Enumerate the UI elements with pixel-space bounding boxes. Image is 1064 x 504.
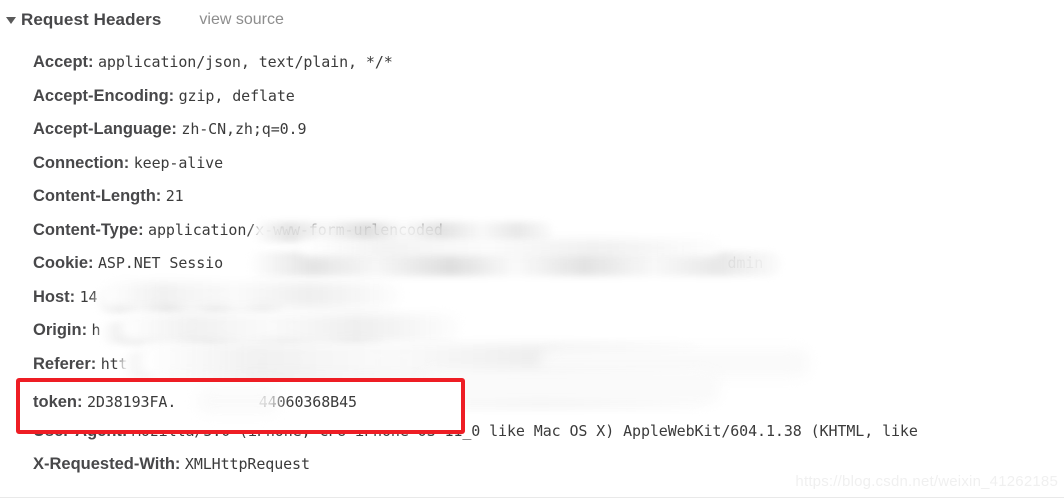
table-row[interactable]: Content-Type: application/x-www-form-url…	[33, 214, 1064, 248]
header-value-tail: dmin	[727, 254, 764, 272]
table-row[interactable]: Content-Length: 21	[33, 180, 1064, 214]
token-highlight-box	[16, 378, 465, 434]
view-source-link[interactable]: view source	[199, 11, 283, 29]
table-row[interactable]: Connection: keep-alive	[33, 147, 1064, 181]
header-value: zh-CN,zh;q=0.9	[181, 120, 307, 138]
table-row[interactable]: Origin: h	[33, 314, 1064, 348]
chevron-down-icon[interactable]	[6, 16, 16, 24]
table-row[interactable]: Cookie: ASP.NET Sessio dmin	[33, 247, 1064, 281]
header-name: Accept-Language:	[33, 120, 177, 138]
table-row[interactable]: Accept-Encoding: gzip, deflate	[33, 80, 1064, 114]
request-headers-section-header[interactable]: Request Headers view source	[0, 6, 284, 34]
header-name: Connection:	[33, 153, 130, 172]
header-name: Accept-Encoding:	[33, 86, 175, 105]
table-row[interactable]: Accept: application/json, text/plain, */…	[33, 46, 1064, 80]
header-value: 21	[165, 187, 184, 205]
header-value: h	[91, 321, 101, 339]
header-name: Host:	[33, 287, 76, 306]
header-value: 14	[79, 287, 98, 306]
request-headers-panel: Request Headers view source Accept: appl…	[0, 0, 1064, 504]
header-name: X-Requested-With:	[33, 455, 181, 473]
section-title: Request Headers	[21, 10, 162, 29]
table-row[interactable]: Host: 14	[33, 281, 1064, 315]
bottom-divider	[0, 497, 1064, 498]
watermark-text: https://blog.csdn.net/weixin_41262185	[795, 473, 1058, 490]
header-value: htt	[100, 354, 128, 373]
header-name: Origin:	[33, 321, 88, 339]
header-value: XMLHttpRequest	[184, 455, 310, 473]
table-row[interactable]: Accept-Language: zh-CN,zh;q=0.9	[33, 113, 1064, 147]
table-row[interactable]: Referer: htt	[33, 348, 1064, 382]
header-name: Referer:	[33, 354, 97, 373]
header-name: Cookie:	[33, 254, 94, 272]
header-name: Accept:	[33, 53, 94, 71]
header-value: keep-alive	[133, 153, 224, 172]
header-name: Content-Length:	[33, 187, 162, 205]
header-value: application/json, text/plain, */*	[97, 53, 393, 71]
header-value: gzip, deflate	[178, 86, 295, 105]
header-value: ASP.NET Sessio	[97, 254, 223, 272]
header-value: application/x-www-form-urlencoded	[148, 220, 443, 239]
header-name: Content-Type:	[33, 220, 144, 239]
